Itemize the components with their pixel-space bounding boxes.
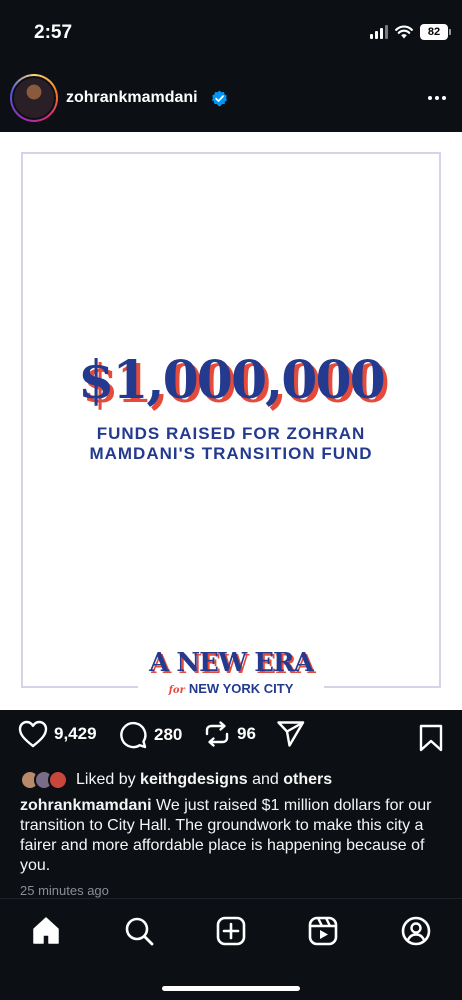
post-header: zohrankmamdani [0,70,462,128]
signal-icon [370,25,388,39]
status-icons: 82 [370,24,451,40]
liker-avatar [48,770,68,790]
status-bar: 2:57 82 [0,0,462,62]
verified-badge-icon [211,90,228,107]
amount-headline: $1,000,000 [78,350,386,411]
avatar[interactable] [10,74,58,122]
likes-count: 9,429 [54,724,97,743]
liked-by-conj: and [252,771,279,788]
post-image-frame [21,152,441,688]
reels-icon[interactable] [307,915,339,947]
liked-by-others[interactable]: others [283,771,332,788]
post-username[interactable]: zohrankmamdani [66,89,198,107]
funds-line-2: MAMDANI'S TRANSITION FUND [89,444,373,463]
post-timestamp: 25 minutes ago [20,883,109,898]
logo-title: A NEW ERA [149,648,314,678]
logo-for: for [168,685,185,696]
post-actions: 9,429 280 96 [0,720,462,758]
like-action[interactable]: 9,429 [18,720,97,748]
campaign-logo: A NEW ERA for NEW YORK CITY [138,646,324,702]
liked-by-prefix: Liked by [76,771,136,788]
home-icon[interactable] [30,915,62,947]
status-time: 2:57 [34,22,73,43]
home-indicator[interactable] [162,986,300,991]
share-action[interactable] [276,720,306,748]
logo-subtitle: for NEW YORK CITY [138,681,324,696]
profile-icon[interactable] [400,915,432,947]
more-options-icon[interactable] [428,96,446,100]
comment-icon[interactable] [118,720,148,750]
wifi-icon [395,25,413,39]
liked-by-avatars [20,770,68,790]
share-icon[interactable] [276,720,306,748]
funds-line-1: FUNDS RAISED FOR ZOHRAN [96,424,366,443]
comments-count: 280 [154,725,183,744]
liked-by-text: Liked by keithgdesigns and others [76,771,332,789]
liked-by-row[interactable]: Liked by keithgdesigns and others [20,770,332,790]
repost-action[interactable]: 96 [203,720,256,748]
logo-city: NEW YORK CITY [188,681,294,696]
liked-by-user[interactable]: keithgdesigns [140,771,248,788]
search-icon[interactable] [123,915,155,947]
create-icon[interactable] [215,915,247,947]
heart-icon[interactable] [18,720,48,748]
bottom-tab-bar [0,898,462,1000]
bookmark-icon[interactable] [418,724,444,752]
repost-icon[interactable] [203,720,231,748]
reposts-count: 96 [237,724,256,743]
post-image[interactable]: $1,000,000 FUNDS RAISED FOR ZOHRAN MAMDA… [0,132,462,710]
comment-action[interactable]: 280 [118,720,182,750]
post-caption: zohrankmamdani We just raised $1 million… [20,796,440,876]
battery-icon: 82 [420,24,451,40]
caption-username[interactable]: zohrankmamdani [20,797,152,814]
